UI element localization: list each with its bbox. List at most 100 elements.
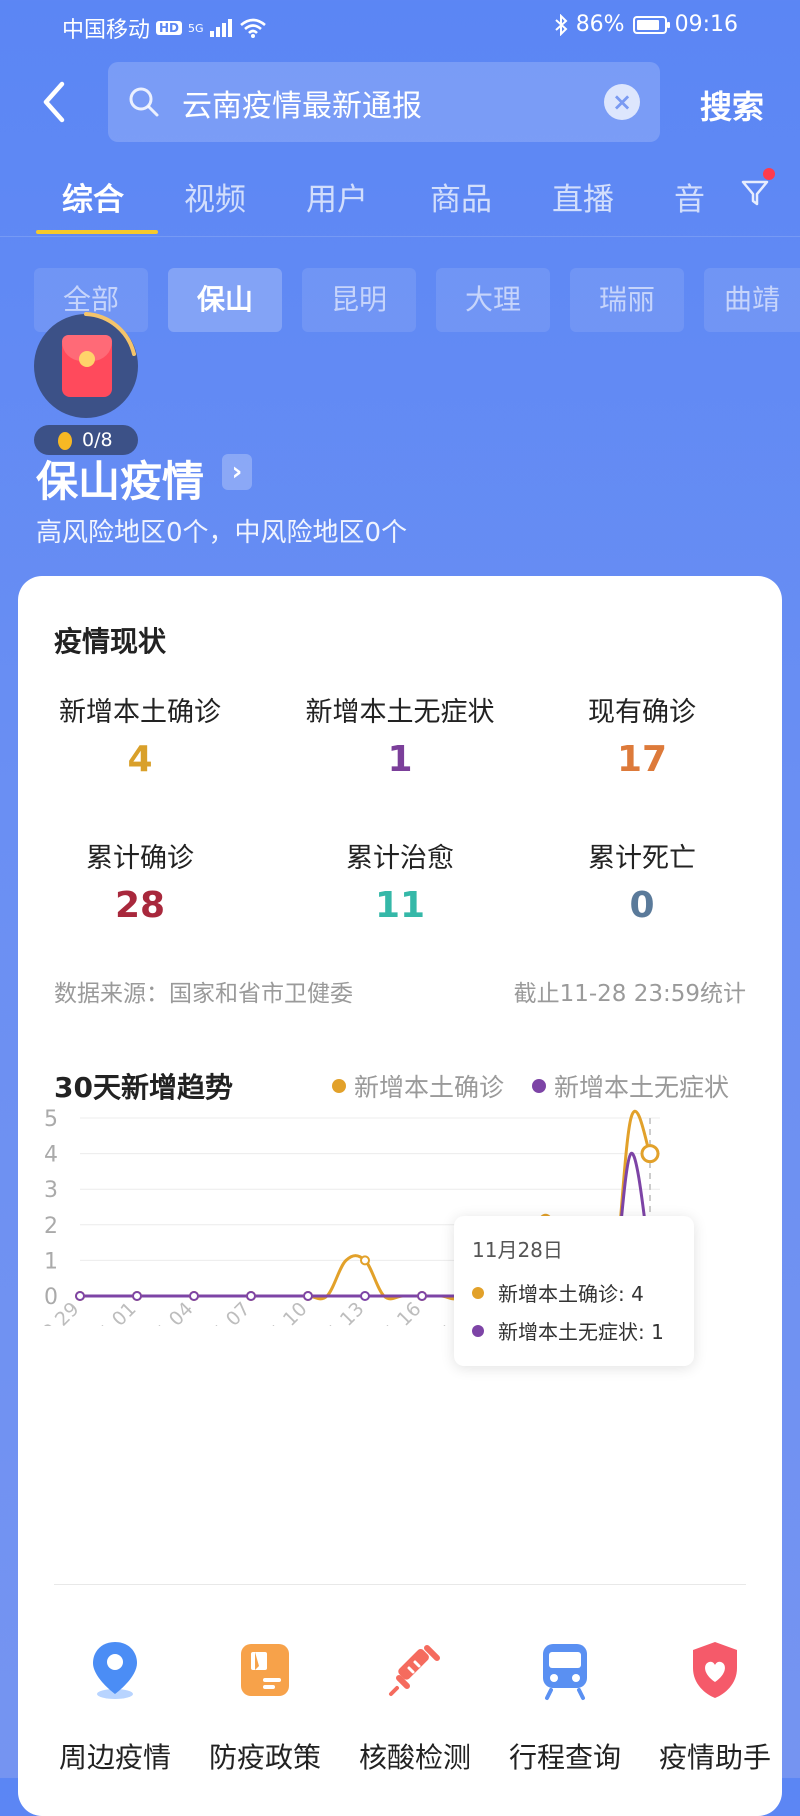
network-type: 5G	[188, 21, 204, 35]
wifi-icon	[239, 18, 266, 38]
tool-nucleic-test[interactable]: 核酸检测	[340, 1638, 490, 1776]
tab-music[interactable]: 音	[674, 174, 705, 219]
tooltip-value: 新增本土无症状: 1	[498, 1320, 664, 1344]
chevron-right-icon[interactable]: ›	[222, 454, 252, 490]
battery-percent: 86%	[575, 12, 625, 37]
red-packet-icon	[62, 335, 112, 397]
hd-badge: HD	[156, 21, 183, 35]
status-section-title: 疫情现状	[54, 625, 167, 658]
search-input[interactable]	[180, 78, 584, 128]
tooltip-row: 新增本土确诊: 4	[472, 1278, 644, 1307]
syringe-icon	[389, 1645, 440, 1696]
signal-icon	[209, 19, 232, 37]
stat-value: 1	[387, 739, 413, 780]
tooltip-value: 新增本土确诊: 4	[498, 1282, 644, 1306]
data-point-selected	[640, 1144, 660, 1164]
stat-total-cured: 累计治愈 11	[280, 836, 520, 926]
stat-label: 现有确诊	[588, 697, 696, 728]
policy-book-icon	[241, 1644, 289, 1696]
y-tick-label: 5	[44, 1107, 58, 1132]
tooltip-row: 新增本土无症状: 1	[472, 1316, 664, 1345]
tab-comprehensive[interactable]: 综合	[62, 174, 124, 219]
stat-value: 0	[629, 885, 655, 926]
data-source: 数据来源：国家和省市卫健委	[54, 981, 353, 1007]
legend-label: 新增本土无症状	[554, 1073, 730, 1102]
legend-label: 新增本土确诊	[354, 1073, 505, 1102]
filter-notification-dot	[763, 168, 775, 180]
tab-divider	[0, 236, 800, 237]
chip-qujing[interactable]: 曲靖	[704, 268, 800, 332]
stat-label: 累计确诊	[86, 843, 194, 874]
data-point	[360, 1255, 370, 1266]
stat-current-confirmed: 现有确诊 17	[522, 690, 762, 780]
tool-epidemic-assistant[interactable]: 疫情助手	[640, 1638, 790, 1776]
stat-value: 4	[127, 739, 153, 780]
stat-value: 17	[616, 739, 668, 780]
stat-label: 累计治愈	[346, 843, 454, 874]
x-tick-label: 11.16	[372, 1298, 426, 1326]
filter-icon[interactable]	[740, 178, 770, 208]
y-tick-label: 1	[44, 1249, 58, 1274]
legend-dot	[532, 1079, 546, 1093]
battery-icon	[632, 15, 670, 34]
tab-live[interactable]: 直播	[552, 174, 614, 219]
chip-ruili[interactable]: 瑞丽	[570, 268, 684, 332]
x-tick-label: 11.01	[87, 1298, 141, 1326]
chart-tooltip: 11月28日 新增本土确诊: 4 新增本土无症状: 1	[454, 1216, 694, 1366]
data-point	[303, 1291, 313, 1301]
search-button[interactable]: 搜索	[700, 82, 764, 128]
tooltip-date: 11月28日	[472, 1238, 563, 1262]
y-tick-label: 4	[44, 1143, 58, 1168]
risk-area-summary: 高风险地区0个，中风险地区0个	[36, 518, 408, 548]
stat-new-confirmed: 新增本土确诊 4	[20, 690, 260, 780]
legend-item-confirmed[interactable]: 新增本土确诊	[332, 1068, 504, 1104]
search-box[interactable]: ×	[108, 62, 660, 142]
data-point	[360, 1291, 370, 1301]
y-tick-label: 3	[44, 1178, 58, 1203]
tab-users[interactable]: 用户	[306, 174, 368, 219]
tab-products[interactable]: 商品	[430, 174, 492, 219]
x-tick-label: 11.07	[201, 1298, 255, 1326]
chip-kunming[interactable]: 昆明	[302, 268, 416, 332]
tool-travel-query[interactable]: 行程查询	[490, 1638, 640, 1776]
data-point	[75, 1291, 85, 1301]
data-point	[246, 1291, 256, 1301]
search-icon	[129, 87, 159, 117]
chip-baoshan[interactable]: 保山	[168, 268, 282, 332]
legend-dot	[332, 1079, 346, 1093]
card-divider	[54, 1584, 746, 1585]
tab-video[interactable]: 视频	[184, 174, 246, 219]
stat-new-asymptomatic: 新增本土无症状 1	[280, 690, 520, 780]
stat-label: 新增本土无症状	[305, 697, 495, 728]
heart-shield-icon	[693, 1642, 737, 1698]
y-tick-label: 0	[44, 1285, 58, 1310]
tool-label: 疫情助手	[658, 1741, 771, 1774]
status-bar-left: 中国移动 HD 5G	[62, 12, 266, 44]
stat-total-confirmed: 累计确诊 28	[20, 836, 260, 926]
tool-nearby-epidemic[interactable]: 周边疫情	[40, 1638, 190, 1776]
tooltip-dot	[472, 1286, 484, 1299]
stat-label: 新增本土确诊	[59, 697, 221, 728]
tool-prevention-policy[interactable]: 防疫政策	[190, 1638, 340, 1776]
tool-label: 防疫政策	[208, 1741, 321, 1774]
stat-value: 11	[374, 885, 426, 926]
epidemic-card: 疫情现状 新增本土确诊 4 新增本土无症状 1 现有确诊 17 累计确诊 28 …	[18, 576, 782, 1816]
stat-label: 累计死亡	[588, 843, 696, 874]
clear-icon[interactable]: ×	[604, 84, 640, 120]
tab-bar: 综合 视频 用户 商品 直播 音	[0, 168, 800, 234]
active-tab-indicator	[36, 230, 158, 234]
clock: 09:16	[674, 12, 738, 37]
x-tick-label: 11.10	[258, 1298, 312, 1326]
data-point	[417, 1291, 427, 1301]
stat-total-deaths: 累计死亡 0	[522, 836, 762, 926]
legend-item-asymptomatic[interactable]: 新增本土无症状	[532, 1068, 729, 1104]
y-tick-label: 2	[44, 1214, 58, 1239]
bluetooth-icon	[555, 13, 568, 36]
region-title[interactable]: 保山疫情	[36, 448, 204, 509]
tool-label: 核酸检测	[358, 1741, 471, 1774]
stat-value: 28	[114, 885, 166, 926]
back-arrow-icon[interactable]	[38, 78, 68, 126]
chip-dali[interactable]: 大理	[436, 268, 550, 332]
tool-label: 周边疫情	[58, 1741, 171, 1774]
x-tick-label: 11.13	[315, 1298, 369, 1326]
